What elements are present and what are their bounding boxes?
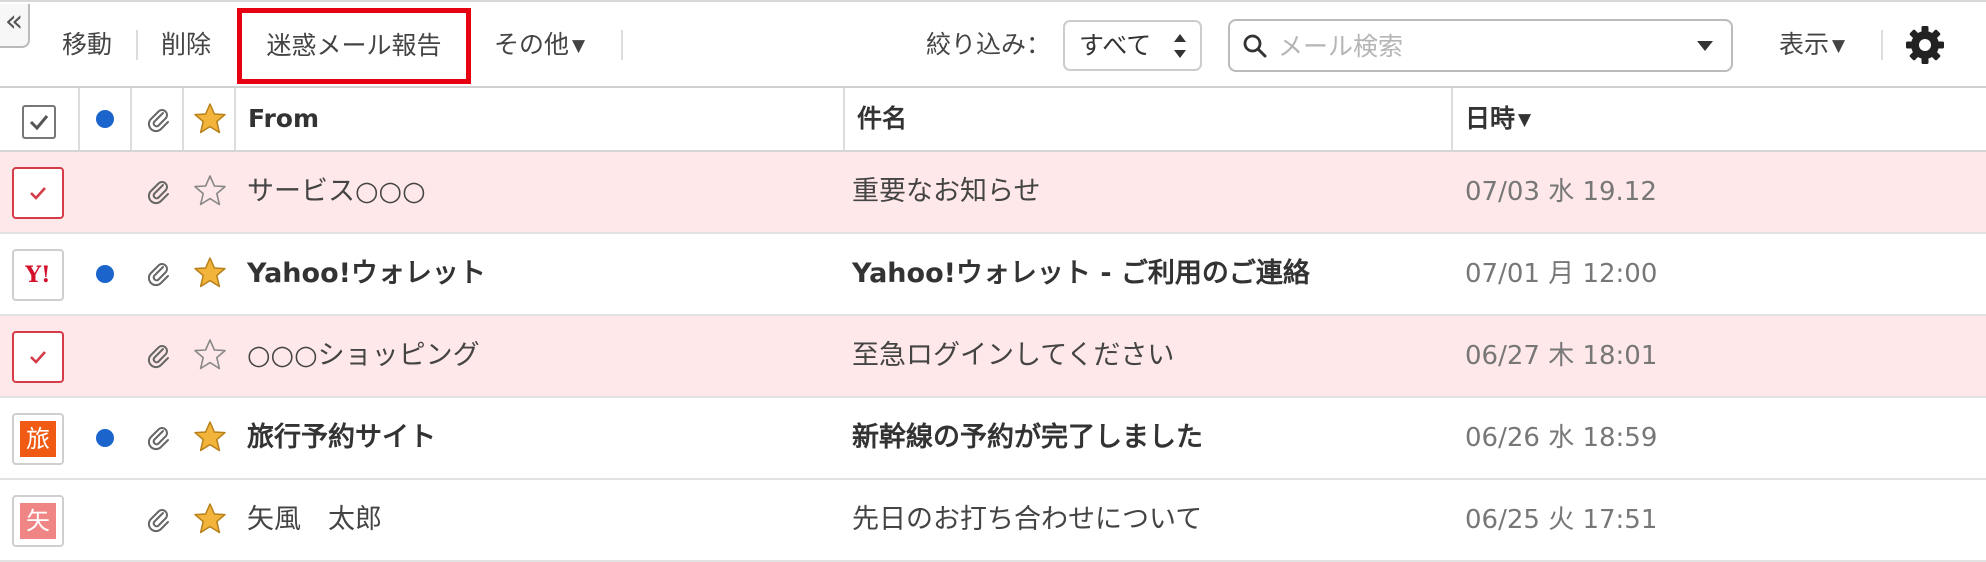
row-from: 旅行予約サイト <box>247 422 436 453</box>
view-menu-label: 表示 <box>1779 30 1830 59</box>
row-from: Yahoo!ウォレット <box>247 258 486 289</box>
star-filled-icon[interactable] <box>193 256 227 290</box>
sender-avatar[interactable]: 旅 <box>12 413 64 465</box>
star-column-icon[interactable] <box>193 102 227 136</box>
row-subject: 重要なお知らせ <box>852 176 1041 207</box>
mail-row[interactable]: ○○○ショッピング 至急ログインしてください 06/27 木 18:01 <box>0 316 1986 398</box>
spam-report-button[interactable]: 迷惑メール報告 <box>237 8 471 84</box>
mail-list-header: From 件名 日時 ▼ <box>0 88 1986 152</box>
row-subject: 先日のお打ち合わせについて <box>852 504 1203 535</box>
filter-select[interactable]: すべて <box>1063 20 1202 71</box>
row-subject: Yahoo!ウォレット - ご利用のご連絡 <box>852 258 1310 289</box>
toolbar: « 移動 削除 迷惑メール報告 その他▼ 絞り込み： すべて 表示▼ <box>0 0 1986 88</box>
toolbar-divider <box>136 30 138 60</box>
row-from: サービス○○○ <box>247 176 426 207</box>
star-filled-icon[interactable] <box>193 502 227 536</box>
mail-row[interactable]: サービス○○○ 重要なお知らせ 07/03 水 19.12 <box>0 152 1986 234</box>
view-menu-button[interactable]: 表示 ▼ <box>1779 22 1845 68</box>
sender-avatar[interactable]: Y! <box>12 249 64 301</box>
sender-initial: 矢 <box>20 503 56 539</box>
checkmark-icon <box>30 187 46 200</box>
unread-column-dot-icon[interactable] <box>96 110 114 128</box>
row-subject: 至急ログインしてください <box>852 340 1175 371</box>
toolbar-divider <box>1881 30 1883 60</box>
search-input[interactable] <box>1278 27 1678 65</box>
checkmark-icon <box>29 115 49 131</box>
column-divider <box>234 88 236 150</box>
sender-initial: 旅 <box>20 421 56 457</box>
row-date: 06/26 水 18:59 <box>1465 423 1658 453</box>
row-from: 矢風 太郎 <box>247 504 382 535</box>
mail-app: « 移動 削除 迷惑メール報告 その他▼ 絞り込み： すべて 表示▼ <box>0 0 1986 562</box>
collapse-sidebar-button[interactable]: « <box>0 4 30 48</box>
sort-desc-icon: ▼ <box>1518 110 1532 130</box>
sender-avatar[interactable]: 矢 <box>12 495 64 547</box>
column-header-date[interactable]: 日時 ▼ <box>1465 88 1531 150</box>
filter-select-value: すべて <box>1079 31 1152 60</box>
attachment-icon <box>147 427 169 451</box>
select-arrows-icon <box>1174 34 1186 58</box>
column-header-from[interactable]: From <box>248 88 319 150</box>
star-outline-icon[interactable] <box>193 338 227 372</box>
unread-dot-icon[interactable] <box>96 429 114 447</box>
column-header-date-label: 日時 <box>1465 104 1516 133</box>
search-options-dropdown-icon[interactable] <box>1697 41 1713 51</box>
attachment-icon <box>147 345 169 369</box>
row-from: ○○○ショッピング <box>247 340 480 371</box>
toolbar-divider <box>621 30 623 60</box>
column-divider <box>130 88 132 150</box>
mail-row[interactable]: 旅 旅行予約サイト 新幹線の予約が完了しました 06/26 水 18:59 <box>0 398 1986 480</box>
column-divider <box>182 88 184 150</box>
move-button[interactable]: 移動 <box>62 22 112 68</box>
search-icon <box>1243 34 1267 58</box>
select-all-checkbox[interactable] <box>22 105 56 139</box>
row-date: 06/25 火 17:51 <box>1465 505 1658 535</box>
row-checkbox[interactable] <box>12 167 64 219</box>
row-checkbox[interactable] <box>12 331 64 383</box>
mail-row[interactable]: Y! Yahoo!ウォレット Yahoo!ウォレット - ご利用のご連絡 07/… <box>0 234 1986 316</box>
row-date: 07/03 水 19.12 <box>1465 177 1657 207</box>
attachment-icon <box>147 181 169 205</box>
mail-search-box[interactable] <box>1228 19 1733 72</box>
column-divider <box>843 88 845 150</box>
star-outline-icon[interactable] <box>193 174 227 208</box>
star-filled-icon[interactable] <box>193 420 227 454</box>
attachment-icon <box>147 263 169 287</box>
more-menu-button[interactable]: その他 ▼ <box>494 22 585 68</box>
row-subject: 新幹線の予約が完了しました <box>852 422 1203 453</box>
checkmark-icon <box>30 351 46 364</box>
attachment-icon <box>147 509 169 533</box>
caret-down-icon: ▼ <box>1832 36 1846 56</box>
delete-button[interactable]: 削除 <box>161 22 211 68</box>
filter-label: 絞り込み： <box>926 30 1052 59</box>
yahoo-logo-icon: Y! <box>25 262 51 288</box>
unread-dot-icon[interactable] <box>96 265 114 283</box>
caret-down-icon: ▼ <box>572 36 586 56</box>
column-header-subject[interactable]: 件名 <box>857 88 907 150</box>
more-menu-label: その他 <box>494 30 570 59</box>
column-divider <box>1451 88 1453 150</box>
attachment-column-icon[interactable] <box>145 106 173 134</box>
column-divider <box>78 88 80 150</box>
row-date: 07/01 月 12:00 <box>1465 259 1658 289</box>
mail-row[interactable]: 矢 矢風 太郎 先日のお打ち合わせについて 06/25 火 17:51 <box>0 480 1986 562</box>
row-date: 06/27 木 18:01 <box>1465 341 1658 371</box>
gear-icon[interactable] <box>1905 25 1945 65</box>
